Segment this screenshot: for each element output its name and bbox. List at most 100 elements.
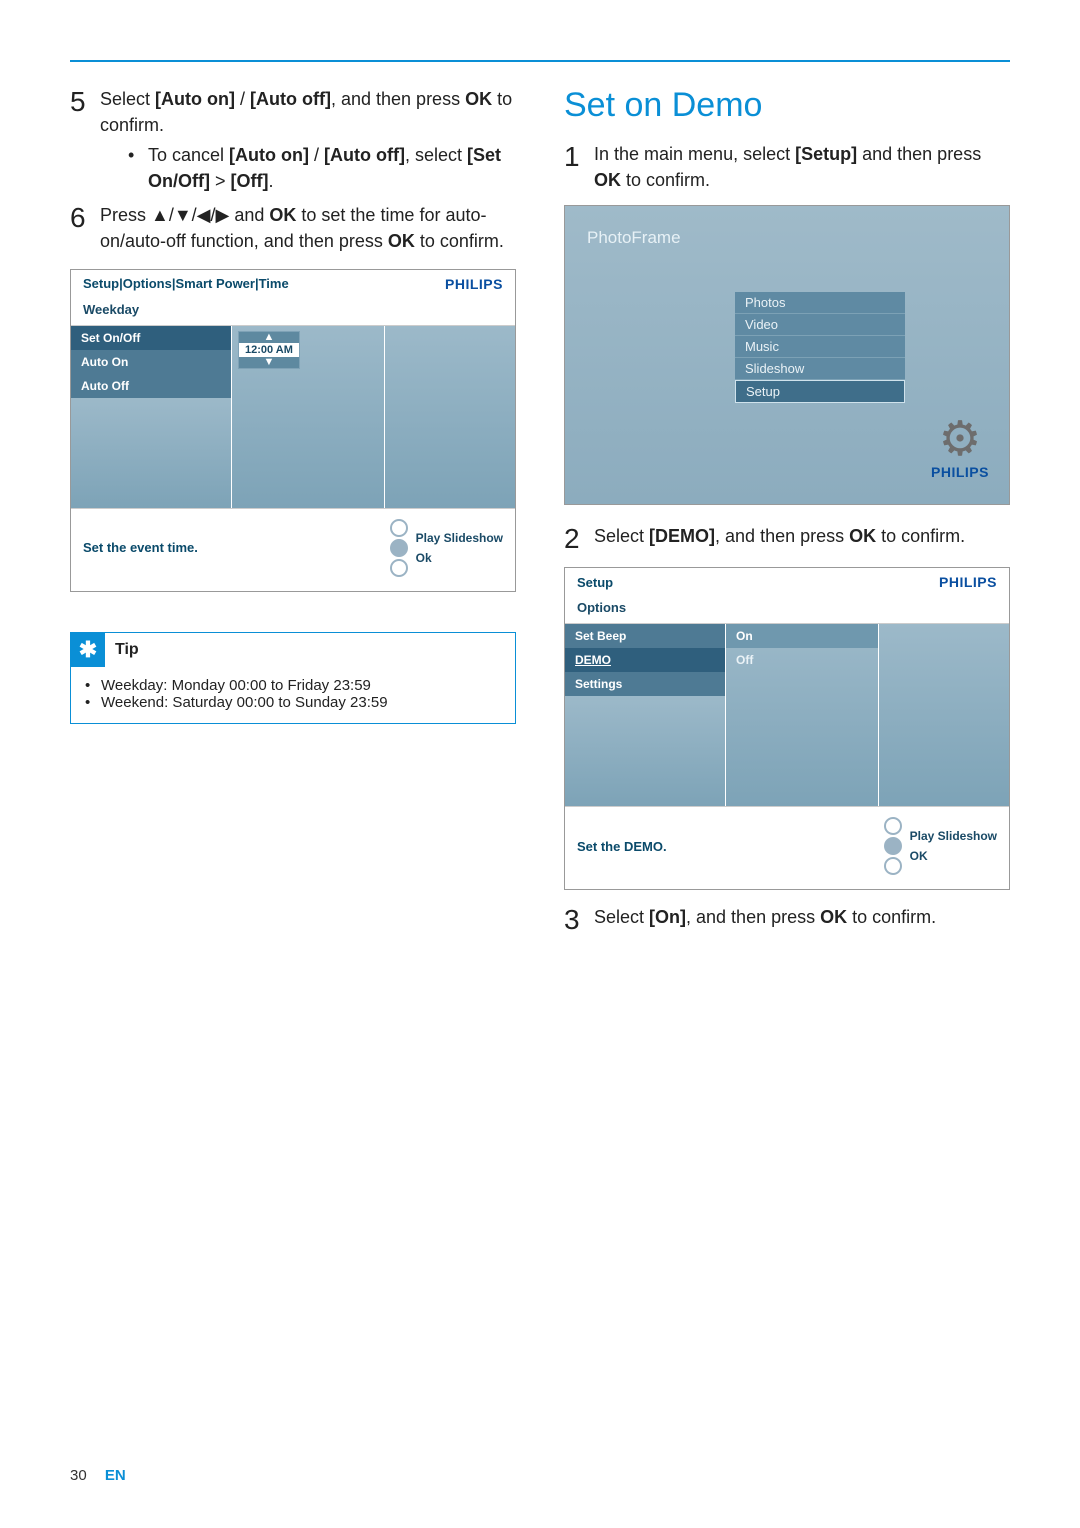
step-number: 2 [564,523,594,553]
breadcrumb: Setup [577,575,613,590]
ok-key: OK [594,170,621,190]
ok-key: OK [388,231,415,251]
tip-line: Weekday: Monday 00:00 to Friday 23:59 [101,677,371,694]
t: to confirm. [847,907,936,927]
bullet: • [85,694,101,711]
opt-auto-on: [Auto on] [155,89,235,109]
t: , select [405,145,467,165]
step-text: Select [DEMO], and then press OK to conf… [594,523,1010,553]
menu-item-settings[interactable]: Settings [565,672,725,696]
preview-column [385,326,515,508]
t: > [210,171,231,191]
menu-item-auto-off[interactable]: Auto Off [71,374,231,398]
step-6: 6 Press ▲/▼/◀/▶ and OK to set the time f… [70,202,516,254]
ok-label: OK [910,849,997,863]
t: . [268,171,273,191]
t: and [229,205,269,225]
hint-text: Set the event time. [83,540,198,555]
step-3: 3 Select [On], and then press OK to conf… [564,904,1010,934]
ok-label: Ok [416,551,503,565]
t: Press [100,205,151,225]
menu-item-auto-on[interactable]: Auto On [71,350,231,374]
step-5: 5 Select [Auto on] / [Auto off], and the… [70,86,516,194]
step-text: Press ▲/▼/◀/▶ and OK to set the time for… [100,202,516,254]
t: Select [594,526,649,546]
page-lang: EN [105,1467,126,1484]
pf-item-video[interactable]: Video [735,314,905,336]
ok-key: OK [269,205,296,225]
t: , and then press [331,89,465,109]
brand-logo: PHILIPS [931,464,989,480]
preview-column [879,624,1009,806]
nav-up-icon[interactable] [390,519,408,537]
menu-item-demo[interactable]: DEMO [565,648,725,672]
section-label: Options [565,596,1009,624]
step-text: In the main menu, select [Setup] and the… [594,141,1010,193]
bullet: • [128,142,148,194]
pf-item-setup[interactable]: Setup [735,380,905,403]
pf-item-slideshow[interactable]: Slideshow [735,358,905,380]
t: to confirm. [621,170,710,190]
opt: [On] [649,907,686,927]
step-2: 2 Select [DEMO], and then press OK to co… [564,523,1010,553]
time-spinner[interactable]: ▲ 12:00 AM ▼ [238,331,300,369]
section-heading: Set on Demo [564,86,1010,125]
t: / [309,145,324,165]
nav-down-icon[interactable] [390,559,408,577]
option-off[interactable]: Off [726,648,878,672]
t: to confirm. [876,526,965,546]
nav-ok-icon[interactable] [884,837,902,855]
nav-up-icon[interactable] [884,817,902,835]
section-label: Weekday [71,298,515,326]
t: and then press [857,144,981,164]
breadcrumb: Setup|Options|Smart Power|Time [83,276,289,291]
tip-line: Weekend: Saturday 00:00 to Sunday 23:59 [101,694,388,711]
opt-auto-off: [Auto off] [250,89,331,109]
tip-icon: ✱ [71,633,105,667]
nav-down-icon[interactable] [884,857,902,875]
tip-label: Tip [105,641,139,659]
pf-item-photos[interactable]: Photos [735,292,905,314]
menu-left: Set Beep DEMO Settings [565,624,725,806]
opt: [Auto off] [324,145,405,165]
t: to confirm. [415,231,504,251]
bullet: • [85,677,101,694]
left-column: 5 Select [Auto on] / [Auto off], and the… [70,86,516,942]
value-column: On Off [725,624,879,806]
pf-item-music[interactable]: Music [735,336,905,358]
hint-text: Set the DEMO. [577,839,667,854]
value-column: ▲ 12:00 AM ▼ [231,326,385,508]
step-text: Select [Auto on] / [Auto off], and then … [100,86,516,194]
dpad-arrows-icon: ▲/▼/◀/▶ [151,205,229,225]
two-column-layout: 5 Select [Auto on] / [Auto off], and the… [70,86,1010,942]
nav-ok-icon[interactable] [390,539,408,557]
opt: [Setup] [795,144,857,164]
step-number: 1 [564,141,594,193]
menu-item-set-onoff[interactable]: Set On/Off [71,326,231,350]
t: Select [594,907,649,927]
brand-logo: PHILIPS [939,574,997,590]
spinner-up-icon[interactable]: ▲ [239,332,299,343]
device-screenshot-smart-power: Setup|Options|Smart Power|Time PHILIPS W… [70,269,516,592]
option-on[interactable]: On [726,624,878,648]
ok-key: OK [820,907,847,927]
t: In the main menu, select [594,144,795,164]
step-number: 6 [70,202,100,254]
opt: [Off] [231,171,269,191]
page-number: 30 [70,1467,87,1484]
opt: [Auto on] [229,145,309,165]
right-column: Set on Demo 1 In the main menu, select [… [564,86,1010,942]
menu-item-set-beep[interactable]: Set Beep [565,624,725,648]
pf-title: PhotoFrame [587,228,681,248]
nav-control: Play Slideshow Ok [390,519,503,577]
step-text: Select [On], and then press OK to confir… [594,904,1010,934]
device-screenshot-main-menu: PhotoFrame Photos Video Music Slideshow … [564,205,1010,505]
tip-box: ✱ Tip •Weekday: Monday 00:00 to Friday 2… [70,632,516,724]
menu-left: Set On/Off Auto On Auto Off [71,326,231,508]
step-number: 3 [564,904,594,934]
t: / [235,89,250,109]
play-slideshow-label: Play Slideshow [416,531,503,545]
spinner-down-icon[interactable]: ▼ [239,357,299,368]
sub-text: To cancel [Auto on] / [Auto off], select… [148,142,516,194]
step-5-sub: • To cancel [Auto on] / [Auto off], sele… [128,142,516,194]
